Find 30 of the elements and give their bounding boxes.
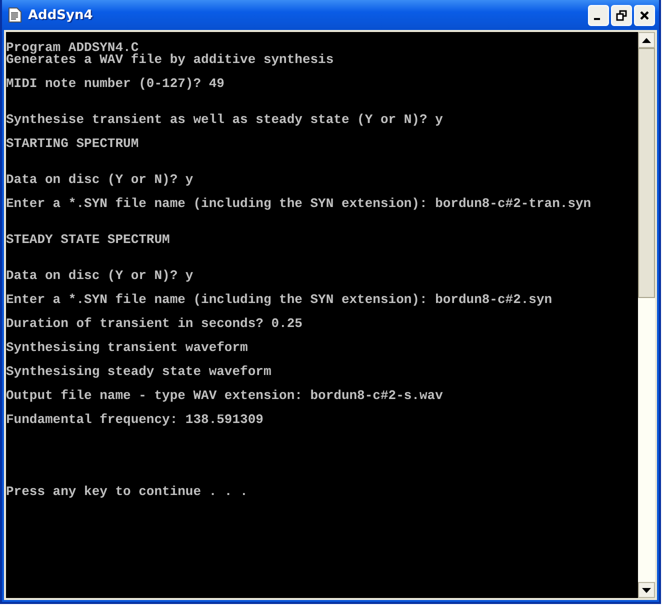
console-line: Output file name - type WAV extension: bordun8-c#2-s.wav	[6, 390, 443, 402]
console-line: Generates a WAV file by additive synthesis	[6, 54, 334, 66]
console-line: STEADY STATE SPECTRUM	[6, 234, 170, 246]
console-line: Synthesising steady state waveform	[6, 366, 272, 378]
console-line: Duration of transient in seconds? 0.25	[6, 318, 302, 330]
close-icon	[638, 8, 651, 22]
scroll-down-button[interactable]	[638, 582, 655, 598]
console-line: Enter a *.SYN file name (including the SYN extension): bordun8-c#2-tran.syn	[6, 198, 592, 210]
scrollbar[interactable]	[638, 32, 655, 598]
console-line: Press any key to continue . . .	[6, 486, 248, 498]
scroll-thumb[interactable]	[638, 48, 655, 298]
console-line: Synthesise transient as well as steady state (Y or N)? y	[6, 114, 443, 126]
minimize-button[interactable]	[588, 4, 609, 26]
document-icon	[8, 7, 22, 23]
console-line: MIDI note number (0-127)? 49	[6, 78, 224, 90]
window-title: AddSyn4	[28, 8, 94, 22]
restore-button[interactable]	[611, 4, 632, 26]
console-line: Program ADDSYN4.C	[6, 42, 139, 54]
console-line: Data on disc (Y or N)? y	[6, 174, 194, 186]
restore-icon	[615, 8, 628, 22]
console-line: Data on disc (Y or N)? y	[6, 270, 194, 282]
down-arrow-icon	[642, 588, 651, 592]
console-line: Synthesising transient waveform	[6, 342, 248, 354]
console-line: STARTING SPECTRUM	[6, 138, 139, 150]
console-line: Enter a *.SYN file name (including the SYN extension): bordun8-c#2.syn	[6, 294, 552, 306]
console-line: Fundamental frequency: 138.591309	[6, 414, 264, 426]
close-button[interactable]	[634, 4, 655, 26]
up-arrow-icon	[642, 38, 651, 42]
minimize-icon	[594, 18, 600, 20]
scroll-up-button[interactable]	[638, 32, 655, 48]
